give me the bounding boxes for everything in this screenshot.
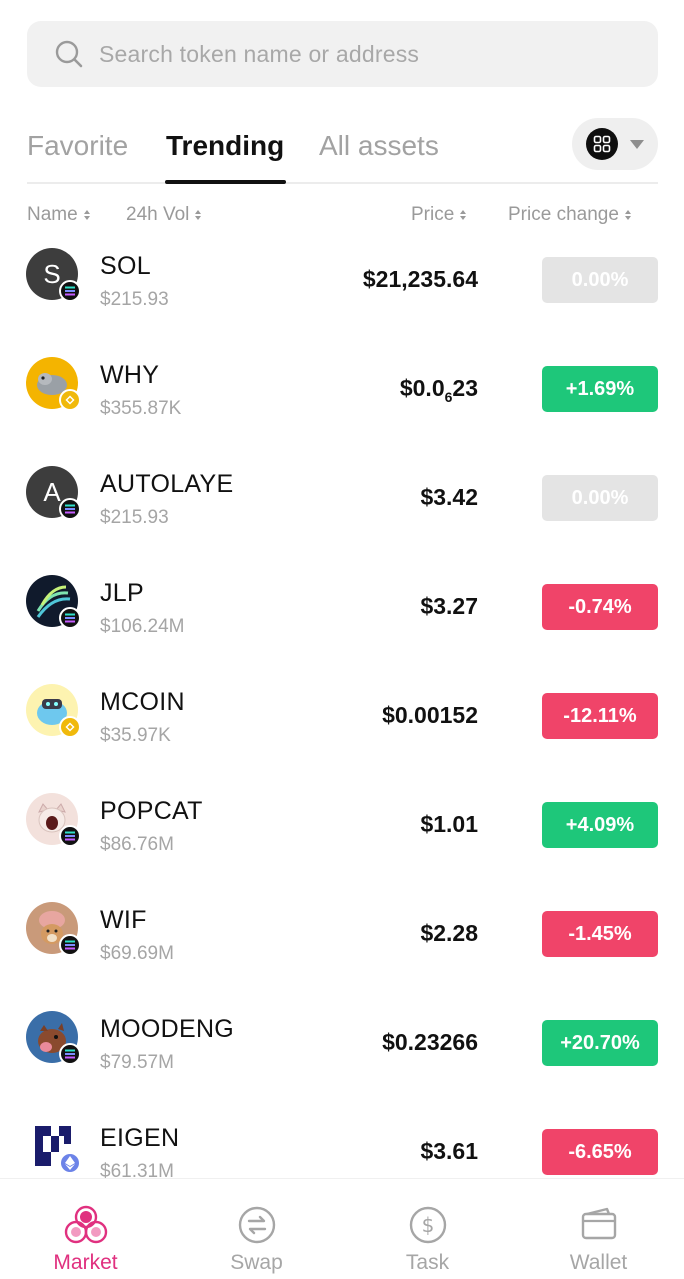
- token-symbol: SOL: [100, 252, 151, 280]
- token-volume: $35.97K: [100, 725, 171, 746]
- price-suffix: 23: [452, 375, 478, 401]
- token-price: $0.23266: [382, 1029, 478, 1055]
- price-change-badge: +1.69%: [542, 366, 658, 412]
- nav-swap[interactable]: Swap: [171, 1179, 342, 1279]
- token-price: $3.27: [420, 593, 478, 619]
- token-row[interactable]: MOODENG $79.57M $0.23266 +20.70%: [0, 989, 684, 1098]
- token-volume: $86.76M: [100, 834, 174, 855]
- token-price: $3.61: [420, 1138, 478, 1164]
- sort-icon: [624, 210, 631, 220]
- token-row[interactable]: WIF $69.69M $2.28 -1.45%: [0, 880, 684, 989]
- active-tab-indicator: [165, 180, 286, 184]
- price-change-badge: -6.65%: [542, 1129, 658, 1175]
- view-toggle-button[interactable]: [572, 118, 658, 170]
- price-change-badge: +4.09%: [542, 802, 658, 848]
- search-placeholder: Search token name or address: [99, 40, 420, 67]
- token-row[interactable]: EIGEN $61.31M $3.61 -6.65%: [0, 1098, 684, 1178]
- market-icon: [64, 1205, 107, 1244]
- token-price: $21,235.64: [362, 266, 478, 292]
- token-list: S SOL $215.93 $21,235.64 0.00% WHY $355.…: [0, 226, 684, 1178]
- swap-icon: [238, 1206, 275, 1244]
- column-change-label: Price change: [508, 204, 619, 225]
- sort-by-price-change[interactable]: Price change: [508, 204, 631, 226]
- token-symbol: MCOIN: [100, 688, 185, 716]
- token-volume: $215.93: [100, 507, 169, 528]
- sort-by-name[interactable]: Name: [27, 204, 90, 226]
- sort-icon: [460, 210, 467, 220]
- token-symbol: AUTOLAYE: [100, 470, 234, 498]
- token-row[interactable]: A AUTOLAYE $215.93 $3.42 0.00%: [0, 444, 684, 553]
- price-prefix: $0.0: [399, 375, 445, 401]
- token-volume: $106.24M: [100, 616, 185, 637]
- column-volume-label: 24h Vol: [126, 204, 190, 225]
- token-symbol: POPCAT: [100, 797, 203, 825]
- token-price: $3.42: [420, 484, 478, 510]
- nav-market[interactable]: Market: [0, 1179, 171, 1279]
- token-volume: $215.93: [100, 289, 169, 310]
- tab-trending[interactable]: Trending: [166, 130, 284, 162]
- bnb-icon: [59, 389, 81, 411]
- sort-by-price[interactable]: Price: [411, 204, 467, 226]
- token-symbol: MOODENG: [100, 1015, 235, 1043]
- token-row[interactable]: WHY $355.87K $0.0623 +1.69%: [0, 335, 684, 444]
- bottom-nav: Market Swap $ Task Wallet: [0, 1178, 684, 1279]
- task-icon: $: [409, 1206, 446, 1244]
- nav-wallet-label: Wallet: [569, 1251, 628, 1274]
- token-row[interactable]: POPCAT $86.76M $1.01 +4.09%: [0, 771, 684, 880]
- token-symbol: EIGEN: [100, 1124, 180, 1152]
- ethereum-icon: [59, 1152, 81, 1174]
- price-change-badge: 0.00%: [542, 257, 658, 303]
- tab-all-assets[interactable]: All assets: [319, 130, 439, 162]
- token-symbol: JLP: [100, 579, 144, 607]
- price-change-badge: +20.70%: [542, 1020, 658, 1066]
- chevron-down-icon: [630, 139, 644, 149]
- search-bar[interactable]: Search token name or address: [27, 21, 658, 87]
- token-price: $1.01: [420, 811, 478, 837]
- tab-bar: Favorite Trending All assets: [27, 118, 658, 184]
- token-volume: $355.87K: [100, 398, 182, 419]
- solana-icon: [59, 498, 81, 520]
- price-change-badge: 0.00%: [542, 475, 658, 521]
- nav-task[interactable]: $ Task: [342, 1179, 513, 1279]
- token-volume: $79.57M: [100, 1052, 174, 1073]
- column-name-label: Name: [27, 204, 78, 225]
- token-row[interactable]: S SOL $215.93 $21,235.64 0.00%: [0, 226, 684, 335]
- price-change-badge: -12.11%: [542, 693, 658, 739]
- nav-task-label: Task: [405, 1251, 450, 1274]
- price-change-badge: -1.45%: [542, 911, 658, 957]
- token-price: $0.00152: [382, 702, 478, 728]
- price-change-badge: -0.74%: [542, 584, 658, 630]
- solana-icon: [59, 1043, 81, 1065]
- tab-favorite[interactable]: Favorite: [27, 130, 128, 162]
- grid-view-icon: [586, 128, 618, 160]
- solana-icon: [59, 607, 81, 629]
- sort-icon: [195, 210, 202, 220]
- nav-market-label: Market: [53, 1251, 118, 1274]
- token-volume: $69.69M: [100, 943, 174, 964]
- avatar-letter: A: [43, 476, 61, 507]
- solana-icon: [59, 934, 81, 956]
- token-symbol: WIF: [100, 906, 147, 934]
- nav-wallet[interactable]: Wallet: [513, 1179, 684, 1279]
- token-row[interactable]: JLP $106.24M $3.27 -0.74%: [0, 553, 684, 662]
- avatar-letter: S: [43, 258, 61, 289]
- solana-icon: [59, 280, 81, 302]
- sort-by-volume[interactable]: 24h Vol: [126, 204, 202, 226]
- nav-swap-label: Swap: [230, 1251, 283, 1274]
- svg-text:$: $: [421, 1213, 434, 1237]
- bnb-icon: [59, 716, 81, 738]
- sort-icon: [83, 210, 90, 220]
- solana-icon: [59, 825, 81, 847]
- token-price: $0.0623: [400, 375, 478, 405]
- token-price: $2.28: [420, 920, 478, 946]
- token-row[interactable]: MCOIN $35.97K $0.00152 -12.11%: [0, 662, 684, 771]
- column-price-label: Price: [411, 204, 455, 225]
- token-symbol: WHY: [100, 361, 160, 389]
- token-volume: $61.31M: [100, 1161, 174, 1178]
- search-icon: [55, 40, 83, 68]
- wallet-icon: [581, 1207, 616, 1240]
